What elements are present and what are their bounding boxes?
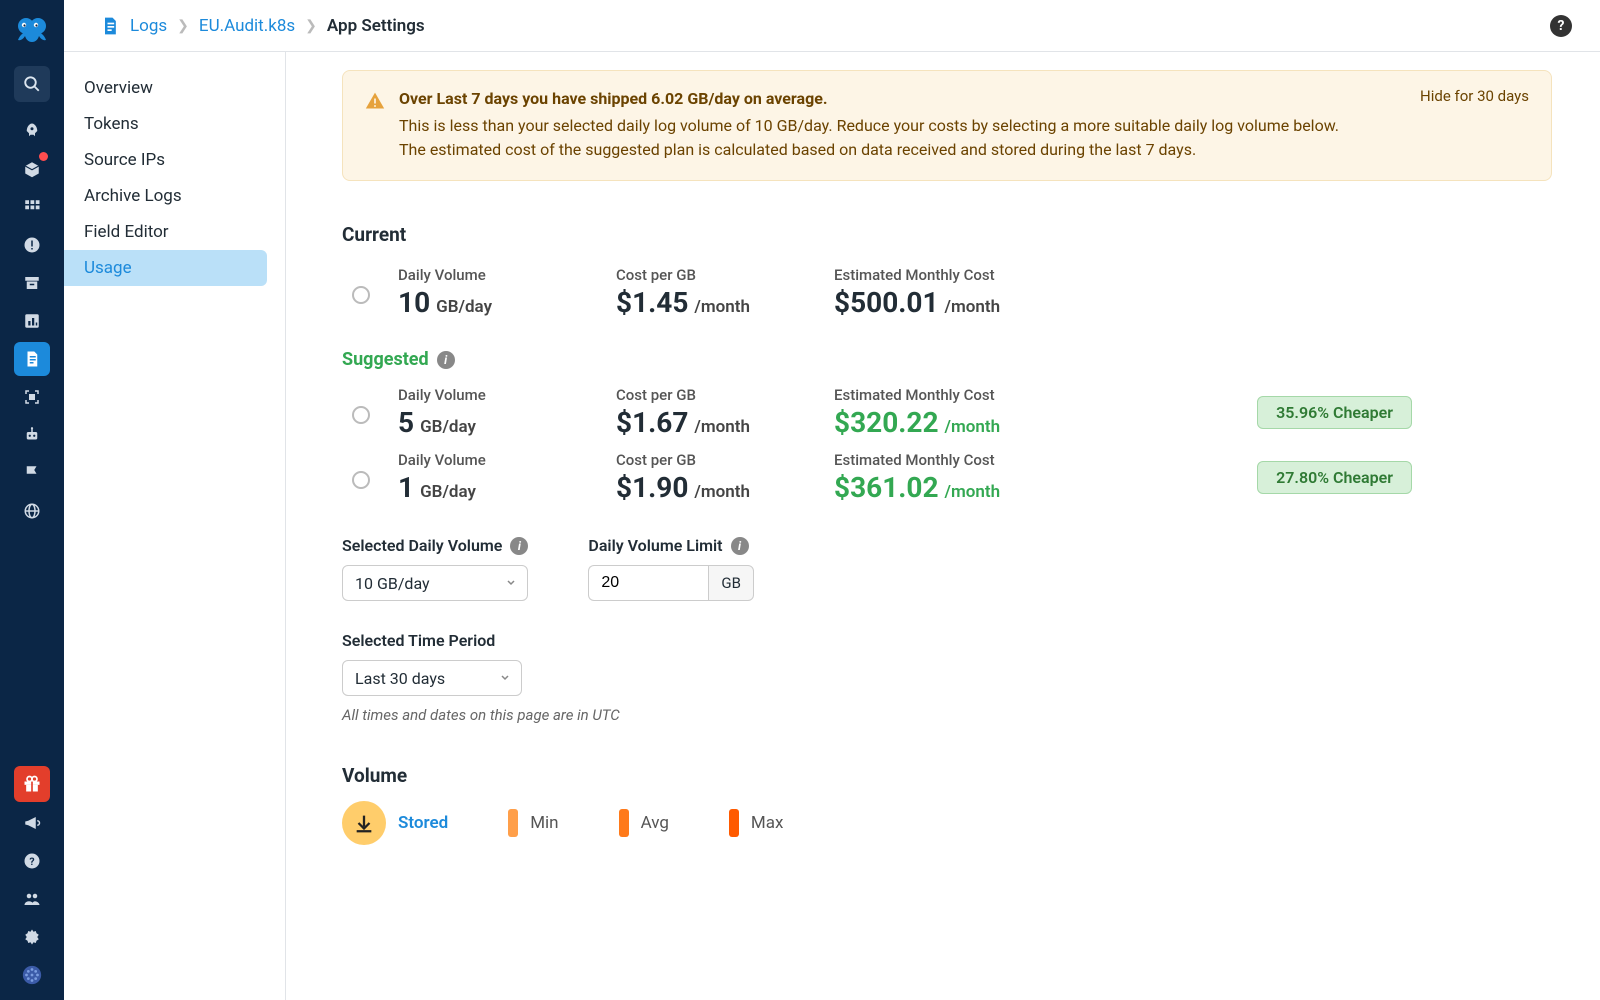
label-daily-volume: Daily Volume — [398, 266, 588, 284]
nav-globe-icon[interactable] — [14, 494, 50, 528]
label-est-monthly: Estimated Monthly Cost — [834, 266, 1024, 284]
plan-radio-sug1[interactable] — [352, 471, 370, 489]
warning-icon — [365, 91, 385, 162]
volume-legend: Stored Min Avg Max — [342, 801, 1552, 845]
nav-flag-icon[interactable] — [14, 456, 50, 490]
chevron-down-icon — [505, 574, 517, 593]
sidebar-item-tokens[interactable]: Tokens — [64, 106, 267, 142]
current-volume: 10 — [398, 286, 430, 319]
input-daily-limit[interactable] — [588, 565, 708, 601]
help-button[interactable]: ? — [1550, 15, 1572, 37]
nav-bot-icon[interactable] — [14, 418, 50, 452]
alert-body-2: The estimated cost of the suggested plan… — [399, 140, 1196, 159]
hide-alert-link[interactable]: Hide for 30 days — [1420, 87, 1529, 105]
info-icon[interactable]: i — [437, 351, 455, 369]
label-sel-period: Selected Time Period — [342, 631, 495, 650]
nav-rail: ? — [0, 0, 64, 1000]
nav-org-icon[interactable] — [14, 958, 50, 992]
breadcrumb: Logs ❯ EU.Audit.k8s ❯ App Settings ? — [64, 0, 1600, 52]
label-cost-per-gb: Cost per GB — [616, 266, 806, 284]
utc-note: All times and dates on this page are in … — [342, 706, 1552, 724]
sidebar-item-field-editor[interactable]: Field Editor — [64, 214, 267, 250]
plan-row-current: Daily Volume 10GB/day Cost per GB $1.45/… — [342, 256, 1552, 321]
plan-radio-current[interactable] — [352, 286, 370, 304]
svg-text:?: ? — [29, 855, 34, 868]
nav-help-icon[interactable]: ? — [14, 844, 50, 878]
plan-row-suggested-1: Daily Volume 1GB/day Cost per GB $1.90/m… — [342, 441, 1552, 506]
info-icon[interactable]: i — [510, 537, 528, 555]
cheaper-badge-1: 27.80% Cheaper — [1257, 461, 1412, 494]
download-icon — [342, 801, 386, 845]
cheaper-badge-0: 35.96% Cheaper — [1257, 396, 1412, 429]
legend-max[interactable]: Max — [729, 809, 784, 837]
nav-focus-icon[interactable] — [14, 380, 50, 414]
chevron-down-icon — [499, 669, 511, 688]
sug0-cost: $1.67 — [616, 406, 688, 439]
plan-radio-sug0[interactable] — [352, 406, 370, 424]
sidebar-item-overview[interactable]: Overview — [64, 70, 267, 106]
nav-chart-icon[interactable] — [14, 304, 50, 338]
nav-document-icon[interactable] — [14, 342, 50, 376]
nav-rocket-icon[interactable] — [14, 114, 50, 148]
alert-body-1: This is less than your selected daily lo… — [399, 116, 1339, 135]
nav-settings-icon[interactable] — [14, 920, 50, 954]
plan-row-suggested-0: Daily Volume 5GB/day Cost per GB $1.67/m… — [342, 376, 1552, 441]
usage-alert: Over Last 7 days you have shipped 6.02 G… — [342, 70, 1552, 181]
legend-stored[interactable]: Stored — [342, 801, 448, 845]
nav-megaphone-icon[interactable] — [14, 806, 50, 840]
select-daily-volume[interactable]: 10 GB/day — [342, 565, 528, 601]
section-volume: Volume — [342, 764, 1552, 787]
section-suggested: Suggested — [342, 349, 429, 370]
label-daily-limit: Daily Volume Limit — [588, 536, 722, 555]
breadcrumb-app[interactable]: EU.Audit.k8s — [199, 16, 295, 36]
alert-title: Over Last 7 days you have shipped 6.02 G… — [399, 89, 1529, 108]
current-cost: $1.45 — [616, 286, 688, 319]
nav-alert-icon[interactable] — [14, 228, 50, 262]
section-current: Current — [342, 223, 1552, 246]
sidebar-item-usage[interactable]: Usage — [64, 250, 267, 286]
legend-avg[interactable]: Avg — [619, 809, 669, 837]
sug0-monthly: $320.22 — [834, 406, 939, 439]
nav-gift-button[interactable] — [14, 766, 50, 802]
sug1-volume: 1 — [398, 471, 414, 504]
suffix-gb: GB — [708, 565, 754, 601]
breadcrumb-current: App Settings — [327, 16, 425, 36]
settings-sidebar: Overview Tokens Source IPs Archive Logs … — [64, 52, 286, 1000]
select-time-period[interactable]: Last 30 days — [342, 660, 522, 696]
legend-min[interactable]: Min — [508, 809, 558, 837]
sidebar-item-source-ips[interactable]: Source IPs — [64, 142, 267, 178]
nav-inbox-icon[interactable] — [14, 152, 50, 186]
chevron-right-icon: ❯ — [305, 18, 317, 34]
info-icon[interactable]: i — [731, 537, 749, 555]
nav-people-icon[interactable] — [14, 882, 50, 916]
brand-logo[interactable] — [8, 8, 56, 56]
current-monthly: $500.01 — [834, 286, 939, 319]
chevron-right-icon: ❯ — [177, 18, 189, 34]
nav-archive-icon[interactable] — [14, 266, 50, 300]
search-button[interactable] — [14, 66, 50, 102]
label-sel-daily: Selected Daily Volume — [342, 536, 502, 555]
content-area: Over Last 7 days you have shipped 6.02 G… — [286, 52, 1600, 1000]
document-icon — [100, 16, 120, 36]
sug1-monthly: $361.02 — [834, 471, 939, 504]
nav-grid-icon[interactable] — [14, 190, 50, 224]
breadcrumb-logs[interactable]: Logs — [130, 16, 167, 36]
sug1-cost: $1.90 — [616, 471, 688, 504]
sidebar-item-archive-logs[interactable]: Archive Logs — [64, 178, 267, 214]
sug0-volume: 5 — [398, 406, 414, 439]
